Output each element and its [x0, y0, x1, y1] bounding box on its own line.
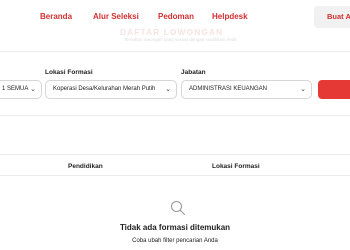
table-header-pendidikan: Pendidikan — [68, 163, 103, 170]
nav-link-pedoman[interactable]: Pedoman — [158, 12, 194, 21]
nav-link-alur-seleksi[interactable]: Alur Seleksi — [93, 12, 139, 21]
page-title: DAFTAR LOWONGAN — [120, 27, 224, 37]
lokasi-formasi-value: Koperasi Desa/Kelurahan Merah Putih — [53, 86, 156, 92]
divider — [0, 51, 350, 52]
nav-link-beranda[interactable]: Beranda — [40, 12, 72, 21]
chevron-down-icon: ⌄ — [300, 86, 306, 93]
filter-select-first[interactable]: 1 SEMUA ⌄ — [0, 80, 42, 99]
chevron-down-icon: ⌄ — [165, 86, 171, 93]
empty-state-hint: Coba ubah filter pencarian Anda — [132, 238, 218, 244]
lokasi-formasi-select[interactable]: Koperasi Desa/Kelurahan Merah Putih ⌄ — [45, 80, 177, 99]
jabatan-value: ADMINISTRASI KEUANGAN — [189, 86, 268, 92]
search-button[interactable] — [318, 80, 350, 99]
table-header-lokasi-formasi: Lokasi Formasi — [212, 163, 260, 170]
search-icon — [170, 200, 186, 216]
page-subtitle: Temukan lowongan yang sesuai dengan kual… — [124, 37, 237, 42]
divider — [0, 154, 350, 155]
nav-link-helpdesk[interactable]: Helpdesk — [212, 12, 248, 21]
jabatan-label: Jabatan — [181, 69, 206, 76]
chevron-down-icon: ⌄ — [30, 86, 36, 93]
empty-state-title: Tidak ada formasi ditemukan — [119, 223, 231, 232]
jabatan-select[interactable]: ADMINISTRASI KEUANGAN ⌄ — [181, 80, 312, 99]
lokasi-formasi-label: Lokasi Formasi — [45, 69, 93, 76]
table-header-divider — [0, 175, 350, 176]
create-account-button[interactable]: Buat A — [314, 6, 350, 28]
divider — [0, 115, 350, 116]
filter-first-value: 1 SEMUA — [2, 86, 29, 92]
